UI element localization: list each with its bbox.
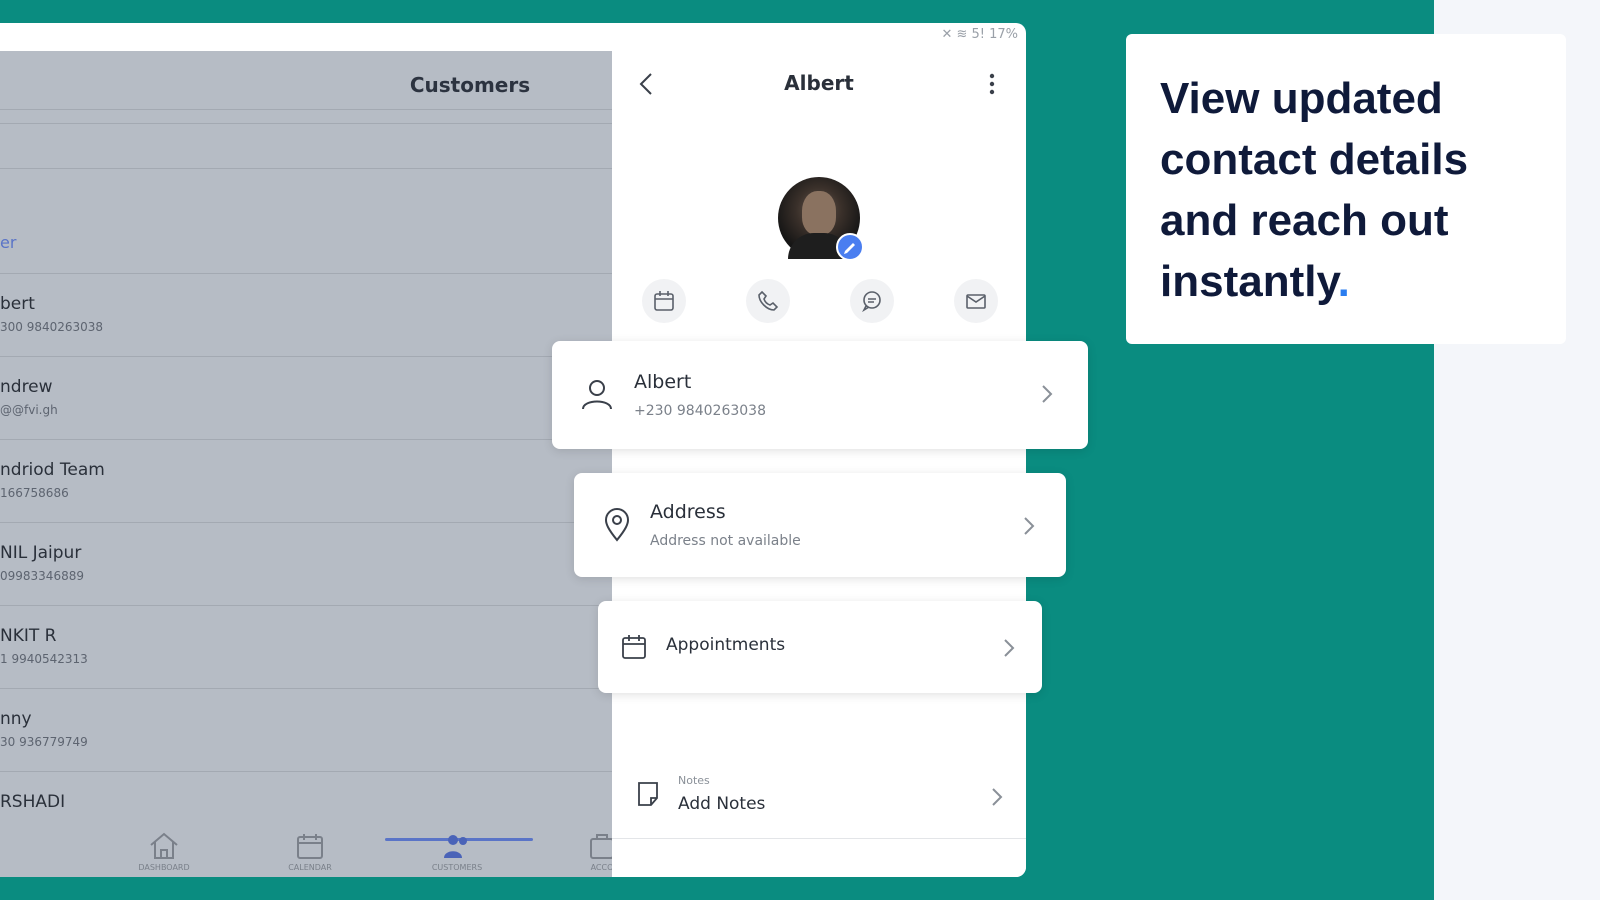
edit-avatar-button[interactable] (836, 233, 864, 261)
tab-label: CUSTOMERS (431, 863, 483, 872)
home-icon (150, 832, 178, 859)
list-item[interactable]: nny 30 936779749 (0, 689, 612, 772)
bottom-tab-bar: DASHBOARD CALENDAR CUSTOMERS ACCO (0, 832, 612, 877)
customer-name: NKIT R (0, 626, 57, 646)
customer-detail-pane: Albert (612, 51, 1026, 877)
person-icon (582, 380, 612, 410)
contact-phone: +230 9840263038 (634, 403, 766, 419)
calendar-icon (622, 635, 646, 659)
appointments-card[interactable]: Appointments (598, 601, 1042, 693)
status-bar: ✕ ≋ 5! 17% (941, 27, 1018, 42)
tab-calendar[interactable]: CALENDAR (280, 831, 340, 877)
customer-name: ndrew (0, 377, 53, 397)
email-button[interactable] (954, 279, 998, 323)
chevron-right-icon (1004, 639, 1015, 657)
tab-label: ACCO (590, 863, 612, 872)
pencil-icon (844, 243, 855, 254)
tab-label: CALENDAR (288, 863, 332, 872)
list-item[interactable]: bert 300 9840263038 (0, 274, 612, 357)
customer-contact: 30 936779749 (0, 735, 88, 749)
divider (0, 123, 612, 124)
promo-text: View updated contact details and reach o… (1160, 74, 1469, 306)
customers-icon (444, 835, 467, 858)
customer-name: NIL Jaipur (0, 543, 82, 563)
customer-contact: @@fvi.gh (0, 403, 58, 417)
call-button[interactable] (746, 279, 790, 323)
divider (0, 109, 612, 110)
promo-dot: . (1337, 257, 1350, 306)
tab-dashboard[interactable]: DASHBOARD (134, 831, 194, 877)
note-icon (638, 782, 658, 806)
account-icon (590, 834, 612, 859)
appointments-title: Appointments (666, 635, 786, 655)
schedule-button[interactable] (642, 279, 686, 323)
calendar-icon (297, 834, 323, 859)
customer-name: bert (0, 294, 35, 314)
list-item[interactable]: ndrew @@fvi.gh (0, 357, 612, 440)
address-title: Address (650, 501, 726, 523)
customer-name: RSHADI (0, 792, 66, 812)
notes-row[interactable]: Notes Add Notes (612, 756, 1026, 839)
message-button[interactable] (850, 279, 894, 323)
customer-name-title: Albert (784, 71, 854, 95)
more-options-button[interactable] (980, 69, 1004, 99)
tablet-screen: ✕ ≋ 5! 17% Customers er bert 300 9840263… (0, 23, 1026, 877)
notes-label: Notes (678, 774, 710, 787)
chevron-right-icon (992, 788, 1003, 806)
customer-contact: 166758686 (0, 486, 69, 500)
avatar-face (802, 191, 836, 235)
address-card[interactable]: Address Address not available (574, 473, 1066, 577)
mail-icon (966, 294, 986, 309)
address-value: Address not available (650, 533, 801, 549)
add-notes-text: Add Notes (678, 794, 766, 814)
list-item[interactable]: NKIT R 1 9940542313 (0, 606, 612, 689)
chevron-right-icon (1042, 385, 1053, 403)
chevron-right-icon (1024, 517, 1035, 535)
customer-name: nny (0, 709, 32, 729)
customers-title: Customers (409, 73, 531, 97)
customer-contact: 300 9840263038 (0, 320, 104, 334)
list-item[interactable]: NIL Jaipur 09983346889 (0, 523, 612, 606)
phone-icon (758, 290, 779, 311)
contact-card[interactable]: Albert +230 9840263038 (552, 341, 1088, 449)
divider (0, 168, 612, 169)
customer-contact: 1 9940542313 (0, 652, 88, 666)
customer-contact: 09983346889 (0, 569, 84, 583)
calendar-icon (654, 291, 674, 311)
tab-label: DASHBOARD (138, 863, 190, 872)
tab-customers[interactable]: CUSTOMERS (427, 831, 487, 877)
customer-list-pane: Customers er bert 300 9840263038 ndrew @… (0, 51, 612, 877)
list-title-wrap: Customers (0, 73, 612, 97)
list-item[interactable]: ndriod Team 166758686 (0, 440, 612, 523)
location-pin-icon (604, 508, 630, 542)
chat-icon (862, 291, 881, 312)
tab-account[interactable]: ACCO (572, 831, 612, 877)
promo-headline: View updated contact details and reach o… (1160, 68, 1550, 312)
filter-link[interactable]: er (0, 233, 16, 252)
customer-name: ndriod Team (0, 460, 105, 480)
promo-card: View updated contact details and reach o… (1126, 34, 1566, 344)
contact-name: Albert (634, 371, 692, 393)
more-vertical-icon (989, 73, 995, 95)
